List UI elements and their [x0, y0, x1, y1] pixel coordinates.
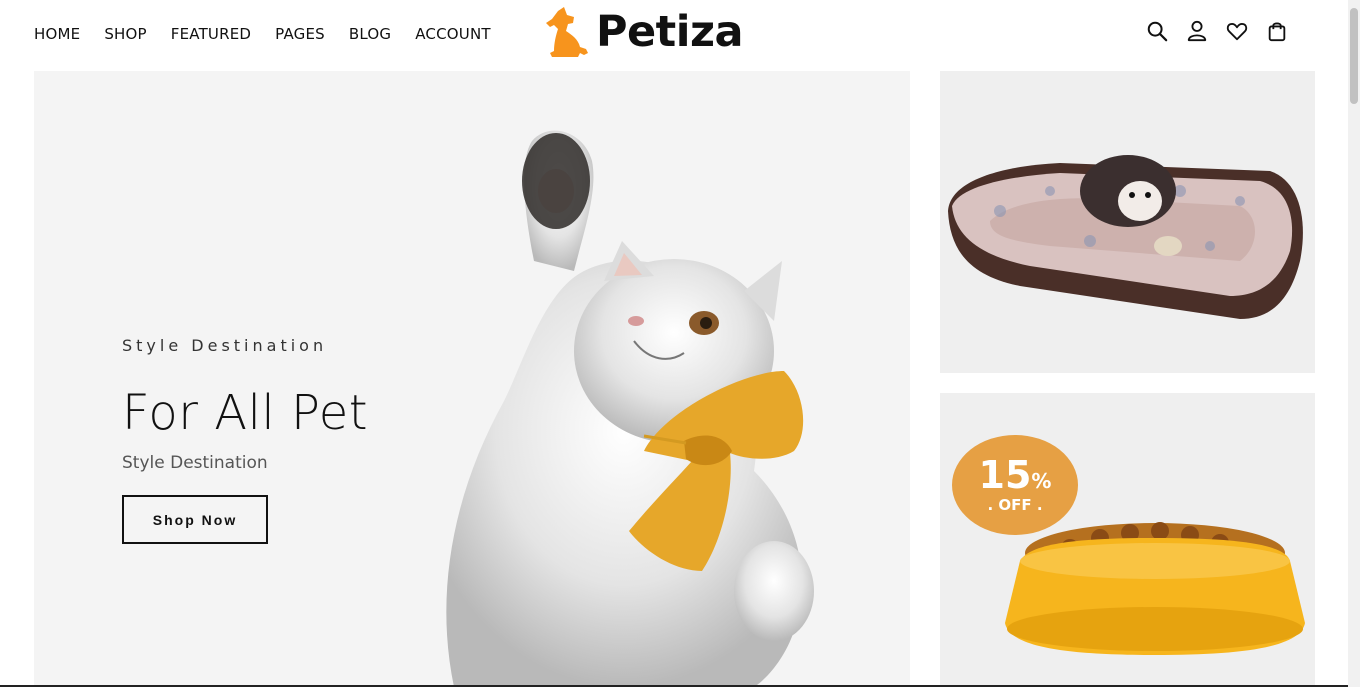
cat-with-bow-image: [446, 130, 814, 687]
shop-now-button[interactable]: Shop Now: [122, 495, 268, 544]
header-actions: [1146, 20, 1288, 42]
dog-logo-icon: [546, 7, 588, 57]
scrollbar-thumb[interactable]: [1350, 8, 1358, 104]
hero-subtitle: Style Destination: [122, 453, 268, 473]
page-scrollbar[interactable]: [1348, 0, 1360, 687]
hero-banner: Style Destination For All Pet Style Dest…: [34, 71, 910, 687]
brand-name: Petiza: [596, 7, 744, 57]
nav-featured[interactable]: FEATURED: [171, 25, 251, 43]
main-nav: HOME SHOP FEATURED PAGES BLOG ACCOUNT: [34, 0, 515, 68]
nav-pages[interactable]: PAGES: [275, 25, 325, 43]
pet-food-promo-banner[interactable]: 15% . OFF .: [940, 393, 1315, 687]
user-icon[interactable]: [1186, 20, 1208, 42]
nav-home[interactable]: HOME: [34, 25, 80, 43]
site-logo[interactable]: Petiza: [544, 4, 744, 60]
hero-eyebrow: Style Destination: [122, 336, 328, 355]
discount-off-label: . OFF .: [987, 496, 1043, 514]
hero-title: For All Pet: [122, 385, 369, 441]
discount-percent: 15%: [978, 453, 1052, 497]
hero-copy: Style Destination For All Pet Style Dest…: [122, 336, 368, 544]
nav-blog[interactable]: BLOG: [349, 25, 391, 43]
nav-shop[interactable]: SHOP: [104, 25, 146, 43]
bag-icon[interactable]: [1266, 20, 1288, 42]
discount-badge: 15% . OFF .: [952, 435, 1078, 535]
pet-bed-with-puppy-image: [948, 155, 1303, 319]
nav-account[interactable]: ACCOUNT: [415, 25, 491, 43]
search-icon[interactable]: [1146, 20, 1168, 42]
heart-icon[interactable]: [1226, 20, 1248, 42]
pet-bed-banner[interactable]: [940, 71, 1315, 373]
site-header: HOME SHOP FEATURED PAGES BLOG ACCOUNT Pe…: [0, 0, 1348, 68]
